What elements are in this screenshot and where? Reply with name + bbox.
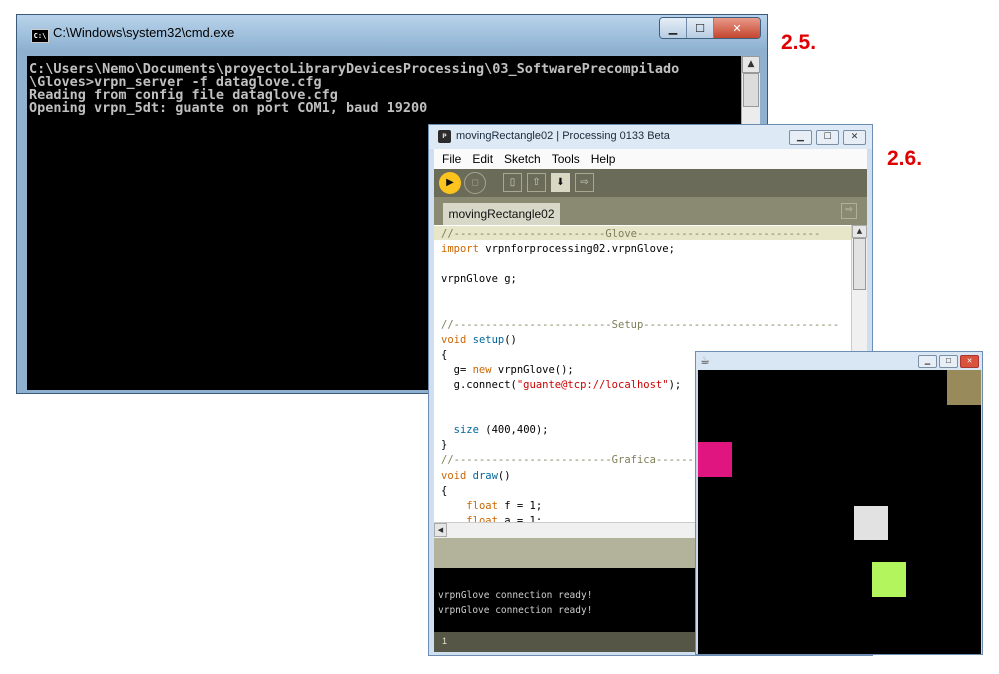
step-label-2-6: 2.6. — [887, 147, 923, 170]
processing-titlebar[interactable]: P movingRectangle02 | Processing 0133 Be… — [429, 125, 872, 149]
menu-sketch[interactable]: Sketch — [504, 152, 541, 166]
minimize-button[interactable]: ▁ — [660, 18, 687, 38]
menu-bar: File Edit Sketch Tools Help — [434, 149, 867, 169]
menu-tools[interactable]: Tools — [552, 152, 580, 166]
close-button[interactable]: ✕ — [714, 18, 760, 38]
close-button[interactable]: ✕ — [843, 130, 866, 145]
scroll-thumb[interactable] — [853, 238, 866, 290]
line-number: 1 — [442, 636, 448, 646]
tab-movingrectangle02[interactable]: movingRectangle02 — [443, 203, 560, 225]
menu-file[interactable]: File — [442, 152, 461, 166]
minimize-button[interactable]: ▁ — [918, 355, 937, 368]
processing-icon: P — [438, 130, 451, 143]
scroll-left-icon[interactable]: ◀ — [434, 523, 447, 537]
processing-window-title: movingRectangle02 | Processing 0133 Beta — [456, 130, 670, 142]
export-icon[interactable]: ⇨ — [575, 173, 594, 192]
stop-icon[interactable]: ◻ — [464, 172, 486, 194]
maximize-button[interactable]: ☐ — [687, 18, 714, 38]
sketch-window-controls: ▁ ☐ ✕ — [918, 355, 979, 368]
processing-window-controls: ▁ ☐ ✕ — [789, 130, 866, 145]
save-icon[interactable]: ⬇ — [551, 173, 570, 192]
tab-bar: movingRectangle02 ⇨ — [434, 197, 867, 225]
sketch-canvas[interactable] — [698, 370, 981, 654]
sketch-titlebar[interactable]: ☕ ▁ ☐ ✕ — [696, 352, 982, 370]
scroll-thumb[interactable] — [743, 73, 759, 107]
cmd-window-title: C:\Windows\system32\cmd.exe — [53, 25, 235, 40]
open-icon[interactable]: ⇧ — [527, 173, 546, 192]
menu-help[interactable]: Help — [591, 152, 616, 166]
java-icon: ☕ — [700, 354, 710, 367]
lime-rectangle — [872, 562, 906, 597]
new-icon[interactable]: ▯ — [503, 173, 522, 192]
menu-edit[interactable]: Edit — [472, 152, 493, 166]
sketch-window: ☕ ▁ ☐ ✕ — [695, 351, 983, 655]
light-gray-rectangle — [854, 506, 888, 540]
maximize-button[interactable]: ☐ — [816, 130, 839, 145]
cmd-window-controls: ▁ ☐ ✕ — [659, 17, 761, 39]
scroll-up-icon[interactable]: ▲ — [852, 225, 867, 238]
cmd-titlebar[interactable]: C:\ C:\Windows\system32\cmd.exe ▁ ☐ ✕ — [17, 15, 767, 49]
step-label-2-5: 2.5. — [781, 31, 817, 54]
run-icon[interactable]: ▶ — [439, 172, 461, 194]
olive-rectangle — [947, 370, 981, 405]
console-line: C:\Users\Nemo\Documents\proyectoLibraryD… — [29, 61, 680, 77]
magenta-rectangle — [698, 442, 732, 477]
console-line: Opening vrpn_5dt: guante on port COM1, b… — [29, 100, 428, 116]
toolbar: ▶ ◻ ▯ ⇧ ⬇ ⇨ — [434, 169, 867, 197]
maximize-button[interactable]: ☐ — [939, 355, 958, 368]
close-button[interactable]: ✕ — [960, 355, 979, 368]
scroll-up-icon[interactable]: ▲ — [742, 56, 760, 73]
minimize-button[interactable]: ▁ — [789, 130, 812, 145]
tab-menu-icon[interactable]: ⇨ — [841, 203, 857, 219]
cmd-icon: C:\ — [31, 29, 49, 43]
